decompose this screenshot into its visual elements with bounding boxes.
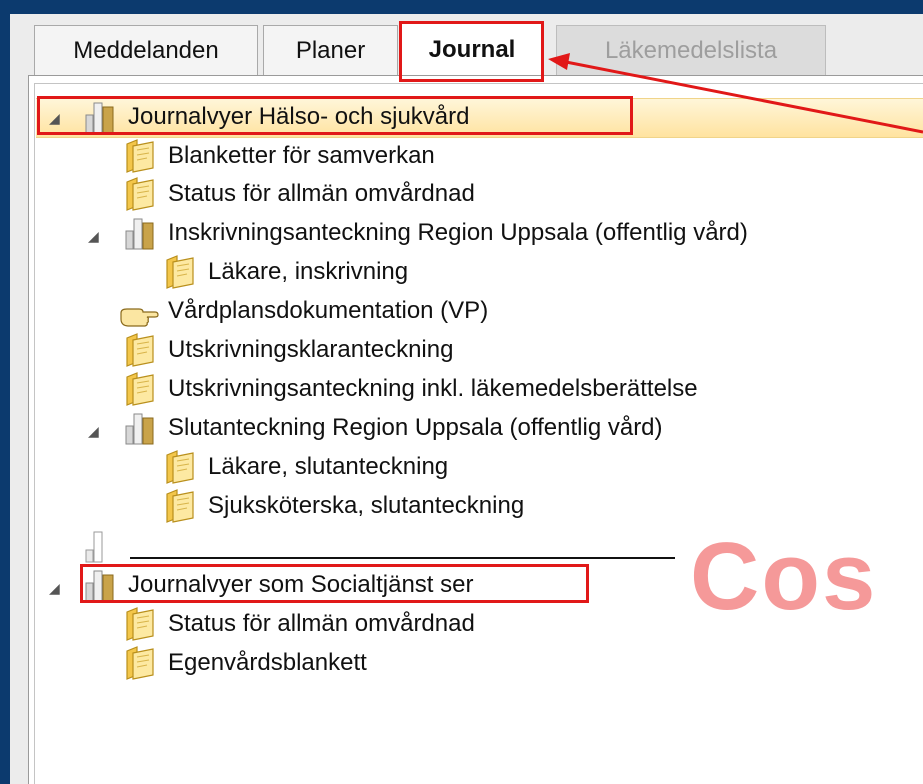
annotation-arrow: [548, 53, 923, 134]
